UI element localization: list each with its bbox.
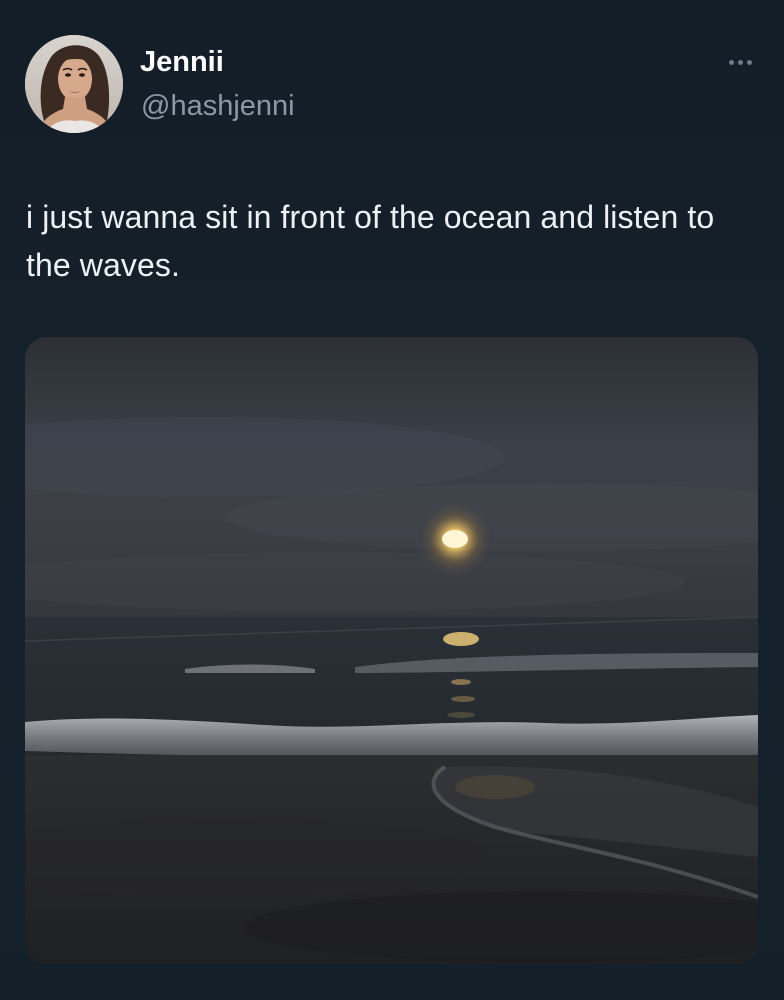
more-options-icon[interactable]: [720, 52, 760, 72]
avatar-photo: [25, 35, 123, 133]
more-dot: [737, 59, 743, 65]
tweet-card: Jennii @hashjenni i just wanna sit in fr…: [0, 0, 784, 1000]
more-dot: [746, 59, 752, 65]
more-dot: [728, 59, 734, 65]
tweet-text: i just wanna sit in front of the ocean a…: [26, 199, 715, 283]
author-avatar[interactable]: [25, 35, 123, 133]
author-handle[interactable]: @hashjenni: [141, 88, 295, 124]
tweet-media-photo[interactable]: [25, 337, 758, 964]
ocean-moon-photo: [25, 337, 758, 964]
author-display-name[interactable]: Jennii: [140, 44, 224, 80]
